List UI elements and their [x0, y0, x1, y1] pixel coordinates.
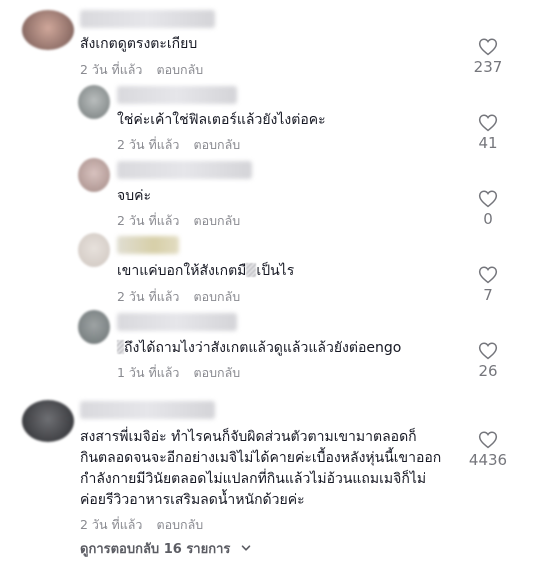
- avatar[interactable]: [78, 158, 110, 192]
- like-count: 4436: [468, 451, 508, 469]
- timestamp: 2 วัน ที่แล้ว: [117, 137, 180, 152]
- username-redacted[interactable]: [117, 236, 179, 254]
- avatar[interactable]: [22, 10, 74, 50]
- comment-text: ถึงได้ถามไงว่าสังเกตแล้วดูแล้วแล้วยังต่อ…: [117, 338, 401, 358]
- heart-outline-icon: [478, 266, 498, 284]
- comment-text-line: สงสารพี่เมจิอ่ะ ทำไรคนก็จับผิดส่วนตัวตาม…: [80, 429, 417, 445]
- comment-meta: 1 วัน ที่แล้ว ตอบกลับ: [117, 365, 240, 381]
- timestamp: 2 วัน ที่แล้ว: [80, 62, 143, 77]
- reply-button[interactable]: ตอบกลับ: [193, 137, 240, 152]
- like-count: 0: [483, 210, 493, 228]
- comment-text-part: เป็นไร: [256, 263, 295, 279]
- like-button[interactable]: 237: [458, 37, 518, 77]
- reply-button[interactable]: ตอบกลับ: [193, 289, 240, 304]
- chevron-down-icon: [241, 545, 251, 551]
- comment-meta: 2 วัน ที่แล้ว ตอบกลับ: [80, 517, 203, 533]
- like-count: 41: [478, 134, 498, 152]
- reply-button[interactable]: ตอบกลับ: [156, 62, 203, 77]
- like-button[interactable]: 4436: [458, 430, 518, 470]
- username-redacted[interactable]: [80, 10, 215, 28]
- username-redacted[interactable]: [117, 161, 252, 179]
- avatar[interactable]: [78, 85, 110, 119]
- comment-text-line: กำลังกายมีวินัยตลอดไม่แปลกที่กินแล้วไม่อ…: [80, 471, 427, 487]
- username-redacted[interactable]: [117, 313, 237, 331]
- heart-outline-icon: [478, 431, 498, 449]
- timestamp: 2 วัน ที่แล้ว: [117, 289, 180, 304]
- redacted-mosaic: [117, 340, 124, 354]
- comment-text: ใช่ค่ะเค้าใช่ฟิลเตอร์แล้วยังไงต่อคะ: [117, 112, 326, 128]
- heart-outline-icon: [478, 38, 498, 56]
- timestamp: 1 วัน ที่แล้ว: [117, 365, 180, 380]
- view-replies-label: ดูการตอบกลับ 16 รายการ: [80, 542, 231, 557]
- like-count: 237: [473, 58, 503, 76]
- reply-button[interactable]: ตอบกลับ: [193, 365, 240, 380]
- comment-text: สังเกตดูตรงตะเกียบ: [80, 36, 198, 52]
- heart-outline-icon: [478, 342, 498, 360]
- avatar[interactable]: [22, 400, 74, 442]
- reply-button[interactable]: ตอบกลับ: [193, 213, 240, 228]
- username-redacted[interactable]: [117, 86, 237, 104]
- username-redacted[interactable]: [80, 401, 215, 419]
- like-button[interactable]: 41: [458, 113, 518, 153]
- timestamp: 2 วัน ที่แล้ว: [80, 517, 143, 532]
- comment-meta: 2 วัน ที่แล้ว ตอบกลับ: [117, 289, 240, 305]
- heart-outline-icon: [478, 190, 498, 208]
- comment-meta: 2 วัน ที่แล้ว ตอบกลับ: [117, 137, 240, 153]
- comment-text: เขาแค่บอกให้สังเกตมื เป็นไร: [117, 261, 294, 281]
- reply-button[interactable]: ตอบกลับ: [156, 517, 203, 532]
- like-button[interactable]: 26: [458, 341, 518, 381]
- comment-meta: 2 วัน ที่แล้ว ตอบกลับ: [80, 62, 203, 78]
- comment-meta: 2 วัน ที่แล้ว ตอบกลับ: [117, 213, 240, 229]
- avatar[interactable]: [78, 233, 110, 267]
- comment-text-part: เขาแค่บอกให้สังเกตมื: [117, 263, 247, 279]
- comment-text: จบค่ะ: [117, 188, 151, 204]
- comment-text-part: ถึงได้ถามไงว่าสังเกตแล้วดูแล้วแล้วยังต่อ…: [124, 340, 402, 356]
- like-button[interactable]: 0: [458, 189, 518, 229]
- like-count: 7: [483, 286, 493, 304]
- comment-text-line: ค่อยรีวิวอาหารเสริมลดน้ำหนักด้วยค่ะ: [80, 492, 305, 508]
- timestamp: 2 วัน ที่แล้ว: [117, 213, 180, 228]
- avatar[interactable]: [78, 310, 110, 344]
- heart-outline-icon: [478, 114, 498, 132]
- comment-text-line: กินตลอดจนจะอีกอย่างเมจิไม่ได้คายค่ะเบื้อ…: [80, 450, 442, 466]
- view-replies-button[interactable]: ดูการตอบกลับ 16 รายการ: [80, 541, 251, 559]
- redacted-mosaic: [246, 263, 257, 277]
- like-button[interactable]: 7: [458, 265, 518, 305]
- like-count: 26: [478, 362, 498, 380]
